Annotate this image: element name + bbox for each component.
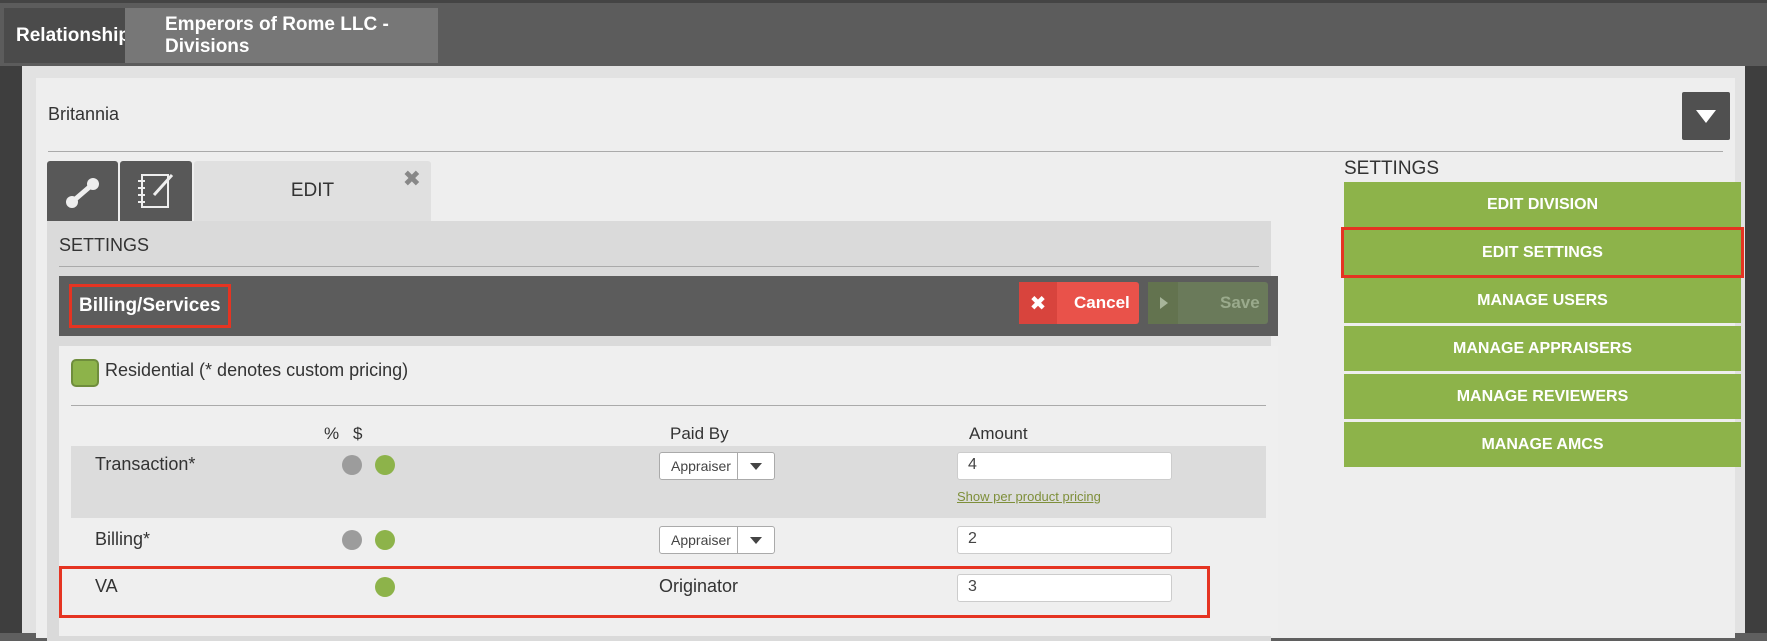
paid-by-value: Appraiser bbox=[671, 458, 731, 474]
paid-by-value: Appraiser bbox=[671, 532, 731, 548]
residential-checkbox[interactable] bbox=[71, 359, 99, 387]
tab-notes[interactable] bbox=[120, 161, 192, 221]
show-per-product-pricing-link[interactable]: Show per product pricing bbox=[957, 489, 1101, 504]
amount-input[interactable]: 3 bbox=[957, 574, 1172, 602]
main-content: Britannia EDIT ✖ SETTINGS Billing/Servic… bbox=[22, 66, 1745, 641]
cancel-button[interactable]: ✖ Cancel bbox=[1019, 282, 1139, 324]
paid-by-select[interactable]: Appraiser bbox=[659, 452, 775, 480]
billing-title: Billing/Services bbox=[69, 284, 231, 328]
save-button[interactable]: Save bbox=[1148, 282, 1268, 324]
column-header-paid-by: Paid By bbox=[670, 424, 729, 443]
top-bar: Relationships Emperors of Rome LLC - Div… bbox=[0, 0, 1767, 66]
manage-reviewers-button[interactable]: MANAGE REVIEWERS bbox=[1344, 374, 1741, 419]
table-row: VA Originator 3 bbox=[59, 564, 1266, 618]
divider bbox=[48, 151, 1723, 152]
billing-header: Billing/Services ✖ Cancel Save bbox=[59, 276, 1278, 336]
play-icon bbox=[1148, 282, 1178, 324]
column-header-amount: Amount bbox=[969, 424, 1028, 443]
paid-by-value: Originator bbox=[659, 576, 739, 596]
divider bbox=[59, 266, 1259, 267]
manage-amcs-button[interactable]: MANAGE AMCS bbox=[1344, 422, 1741, 467]
left-gutter bbox=[0, 66, 22, 633]
tab-relationship[interactable] bbox=[47, 161, 118, 221]
breadcrumb-relationships[interactable]: Relationships bbox=[4, 8, 145, 63]
notebook-edit-icon bbox=[138, 173, 174, 208]
row-label: VA bbox=[95, 576, 118, 596]
link-icon bbox=[66, 178, 99, 208]
close-icon[interactable]: ✖ bbox=[403, 166, 421, 192]
dollar-radio[interactable] bbox=[375, 530, 395, 550]
dollar-radio[interactable] bbox=[375, 455, 395, 475]
row-label: Transaction* bbox=[95, 454, 196, 474]
divider bbox=[71, 405, 1266, 406]
table-row: Billing* Appraiser 2 bbox=[71, 518, 1266, 564]
residential-section: Residential (* denotes custom pricing) %… bbox=[59, 346, 1278, 636]
panel-toggle-button[interactable] bbox=[1682, 92, 1730, 140]
residential-label: Residential (* denotes custom pricing) bbox=[105, 360, 409, 380]
tab-edit[interactable]: EDIT ✖ bbox=[194, 161, 431, 221]
settings-heading: SETTINGS bbox=[59, 235, 150, 255]
chevron-down-icon bbox=[737, 453, 774, 479]
edit-area: SETTINGS Billing/Services ✖ Cancel Save … bbox=[47, 221, 1278, 641]
percent-radio[interactable] bbox=[342, 530, 362, 550]
manage-appraisers-button[interactable]: MANAGE APPRAISERS bbox=[1344, 326, 1741, 371]
amount-input[interactable]: 4 bbox=[957, 452, 1172, 480]
paid-by-select[interactable]: Appraiser bbox=[659, 526, 775, 554]
chevron-down-icon bbox=[737, 527, 774, 553]
chevron-down-icon bbox=[1696, 110, 1716, 123]
percent-radio[interactable] bbox=[342, 455, 362, 475]
tab-edit-label: EDIT bbox=[290, 180, 335, 201]
column-header-dollar: $ bbox=[353, 424, 363, 443]
side-settings-title: SETTINGS bbox=[1344, 158, 1440, 179]
right-gutter bbox=[1745, 66, 1767, 633]
manage-users-button[interactable]: MANAGE USERS bbox=[1344, 278, 1741, 323]
table-row: Transaction* Appraiser 4 Show per produc… bbox=[71, 446, 1266, 518]
division-panel: Britannia EDIT ✖ SETTINGS Billing/Servic… bbox=[36, 78, 1744, 641]
column-header-percent: % bbox=[324, 424, 340, 443]
breadcrumb-current[interactable]: Emperors of Rome LLC - Divisions bbox=[125, 8, 438, 63]
row-label: Billing* bbox=[95, 529, 151, 549]
x-icon: ✖ bbox=[1019, 282, 1057, 324]
save-label: Save bbox=[1220, 293, 1260, 312]
panel-title: Britannia bbox=[48, 104, 120, 124]
edit-settings-button[interactable]: EDIT SETTINGS bbox=[1341, 227, 1744, 278]
dollar-radio[interactable] bbox=[375, 577, 395, 597]
edit-division-button[interactable]: EDIT DIVISION bbox=[1344, 182, 1741, 227]
cancel-label: Cancel bbox=[1074, 293, 1130, 312]
amount-input[interactable]: 2 bbox=[957, 526, 1172, 554]
